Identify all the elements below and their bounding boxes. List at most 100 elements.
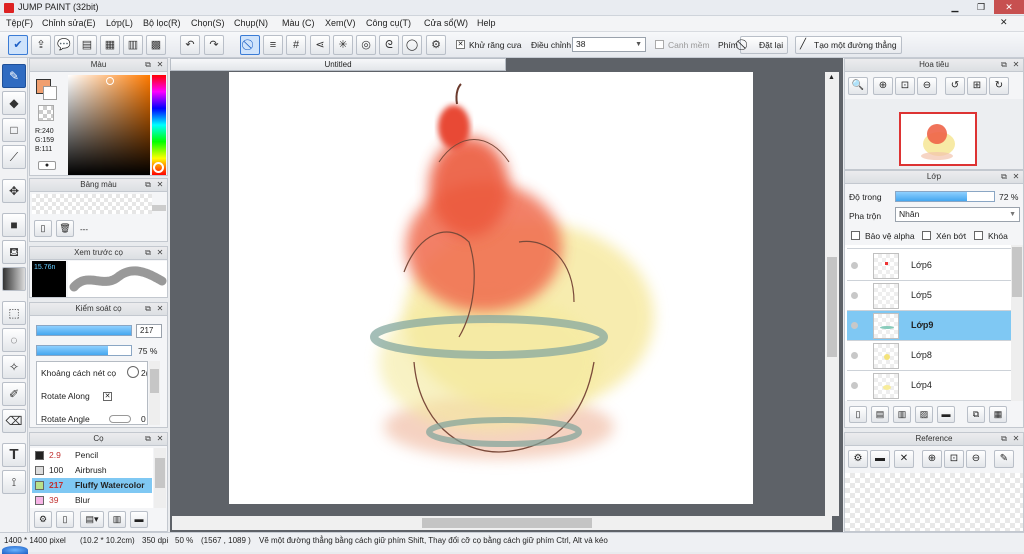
float-icon[interactable]: ⧉ (143, 180, 153, 190)
protect-alpha-checkbox[interactable] (851, 231, 860, 240)
grid-ruler-icon[interactable]: # (286, 35, 306, 55)
close-icon[interactable]: ✕ (155, 180, 165, 190)
new-layer-icon[interactable]: ▯ (849, 406, 867, 423)
close-icon[interactable]: ✕ (1011, 60, 1021, 70)
perspective-ruler-icon[interactable]: ⋖ (310, 35, 330, 55)
vertical-scroll-thumb[interactable] (827, 257, 837, 357)
menu-select[interactable]: Chọn(S) (191, 18, 225, 28)
lasso-tool-icon[interactable]: ◌ (2, 328, 26, 352)
fit-window-icon[interactable]: ⊡ (895, 77, 915, 95)
brush-settings-scrollbar[interactable] (149, 361, 160, 425)
rotate-along-checkbox[interactable]: ✕ (103, 392, 112, 401)
ellipse-ruler-icon[interactable]: ◯ (402, 35, 422, 55)
secondary-color-swatch[interactable] (43, 86, 57, 100)
page-icon[interactable]: ▥ (123, 35, 143, 55)
rectangle-tool-icon[interactable]: □ (2, 118, 26, 142)
undo-icon[interactable]: ↶ (180, 35, 200, 55)
horizontal-scroll-thumb[interactable] (422, 518, 592, 528)
menu-layer[interactable]: Lớp(L) (106, 18, 133, 28)
export-icon[interactable]: ⇪ (31, 35, 51, 55)
fit-canvas-icon[interactable]: ⊞ (967, 77, 987, 95)
close-icon[interactable]: ✕ (1011, 434, 1021, 444)
layer-row-partial[interactable] (847, 245, 1020, 249)
bucket-tool-icon[interactable]: ⛾ (2, 240, 26, 264)
mdi-close-icon[interactable]: ✕ (1000, 17, 1008, 28)
close-icon[interactable]: ✕ (155, 434, 165, 444)
blend-mode-select[interactable]: Nhân ▼ (895, 207, 1020, 222)
reference-tools-icon[interactable]: ⚙ (848, 450, 868, 468)
document-tab[interactable]: Untitled (170, 58, 506, 71)
menu-file[interactable]: Tệp(F) (6, 18, 33, 28)
brush-size-field[interactable]: 217 (136, 324, 162, 338)
quick-mask-icon[interactable]: ✔ (8, 35, 28, 55)
document-icon[interactable]: ▦ (100, 35, 120, 55)
smooth-checkbox[interactable] (655, 40, 664, 49)
navigator-viewport[interactable] (899, 112, 977, 166)
canvas-horizontal-scrollbar[interactable] (172, 516, 832, 530)
eraser-tool-icon[interactable]: ◆ (2, 91, 26, 115)
fit-window-icon[interactable]: ⊡ (944, 450, 964, 468)
gradient-tool-icon[interactable] (2, 267, 26, 291)
eye-icon[interactable] (851, 352, 858, 359)
move-tool-icon[interactable]: ✥ (2, 179, 26, 203)
eye-icon[interactable] (851, 322, 858, 329)
zoom-in-icon[interactable]: ⊕ (873, 77, 893, 95)
select-eraser-tool-icon[interactable]: ⌫ (2, 409, 26, 433)
select-pen-tool-icon[interactable]: ✐ (2, 382, 26, 406)
scroll-up-icon[interactable]: ▲ (828, 74, 835, 81)
radial-ruler-icon[interactable]: ✳ (333, 35, 353, 55)
minimize-icon[interactable]: ▁ (942, 0, 968, 14)
eye-icon[interactable] (851, 262, 858, 269)
grid-layout-icon[interactable]: ▩ (146, 35, 166, 55)
layer-row[interactable]: Lớp6 (847, 251, 1020, 281)
zoom-out-icon[interactable]: ⊖ (917, 77, 937, 95)
eye-icon[interactable] (851, 292, 858, 299)
menu-view[interactable]: Xem(V) (325, 18, 356, 28)
float-icon[interactable]: ⧉ (999, 172, 1009, 182)
menu-window[interactable]: Cửa sổ(W) (424, 18, 468, 28)
menu-help[interactable]: Help (477, 18, 496, 28)
menu-filter[interactable]: Bộ lọc(R) (143, 18, 181, 28)
open-reference-icon[interactable]: ▬ (870, 450, 890, 468)
drawing-canvas[interactable] (229, 72, 753, 504)
redo-icon[interactable]: ↷ (204, 35, 224, 55)
brush-item[interactable]: 2.9 Pencil (32, 448, 152, 463)
transparent-color-swatch[interactable] (38, 105, 54, 121)
concentric-ruler-icon[interactable]: ◎ (356, 35, 376, 55)
rotate-angle-slider[interactable] (109, 415, 131, 423)
color-picker-cursor[interactable] (106, 77, 114, 85)
color-mode-icon[interactable]: ● (38, 161, 56, 170)
magic-wand-tool-icon[interactable]: ✧ (2, 355, 26, 379)
eye-icon[interactable] (851, 382, 858, 389)
brush-item-selected[interactable]: 217 Fluffy Watercolor (32, 478, 152, 493)
layer-opacity-slider[interactable] (895, 191, 995, 202)
canvas-vertical-scrollbar[interactable]: ▲ (825, 72, 839, 516)
zoom-search-icon[interactable]: 🔍 (848, 77, 868, 95)
float-icon[interactable]: ⧉ (999, 434, 1009, 444)
restore-icon[interactable]: ❐ (968, 0, 994, 14)
text-tool-icon[interactable]: T (2, 443, 26, 467)
float-icon[interactable]: ⧉ (143, 60, 153, 70)
layer-list-scrollbar[interactable] (1011, 245, 1023, 401)
brush-list-scrollbar[interactable] (154, 448, 166, 508)
menu-edit[interactable]: Chỉnh sửa(E) (42, 18, 96, 28)
new-halftone-layer-icon[interactable]: ▨ (915, 406, 933, 423)
new-vector-layer-icon[interactable]: ▤ (871, 406, 889, 423)
merge-layer-icon[interactable]: ▦ (989, 406, 1007, 423)
brush-tool-icon[interactable]: ✎ (2, 64, 26, 88)
adjust-select[interactable]: 38 ▼ (572, 37, 646, 52)
brush-tools-icon[interactable]: ⚙ (34, 511, 52, 528)
duplicate-layer-icon[interactable]: ⧉ (967, 406, 985, 423)
straight-line-button[interactable]: ╱ Tạo một đường thẳng (795, 36, 902, 54)
curve-ruler-icon[interactable]: ᘓ (379, 35, 399, 55)
close-icon[interactable]: ✕ (155, 248, 165, 258)
spacing-knob[interactable] (127, 366, 139, 378)
palette-swatch-area[interactable] (32, 194, 152, 214)
symmetry-ruler-icon[interactable]: ⚙ (426, 35, 446, 55)
rotate-right-icon[interactable]: ↻ (989, 77, 1009, 95)
brush-item[interactable]: 100 Airbrush (32, 463, 152, 478)
layer-row[interactable]: Lớp4 (847, 371, 1020, 401)
new-brush-icon[interactable]: ▯ (56, 511, 74, 528)
menu-capture[interactable]: Chụp(N) (234, 18, 268, 28)
close-icon[interactable]: ✕ (994, 0, 1024, 14)
